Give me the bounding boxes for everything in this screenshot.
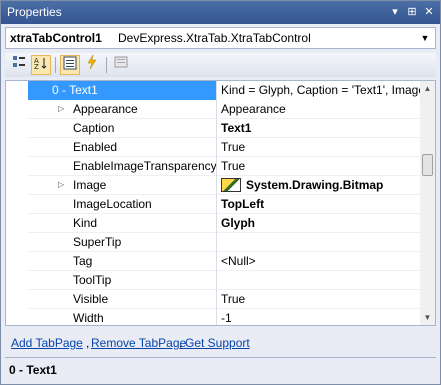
property-value[interactable]: Glyph xyxy=(218,214,421,233)
scroll-down-icon[interactable]: ▼ xyxy=(420,310,435,325)
object-type: DevExpress.XtraTab.XtraTabControl xyxy=(118,31,311,45)
property-name: Visible xyxy=(28,290,217,309)
property-value-text: Glyph xyxy=(221,216,256,230)
property-value[interactable]: True xyxy=(218,157,421,176)
verbs-panel: Add TabPage , Remove TabPage , Get Suppo… xyxy=(5,331,436,355)
property-name: Tag xyxy=(28,252,217,271)
remove-tabpage-link[interactable]: Remove TabPage xyxy=(91,336,186,350)
property-name: Caption xyxy=(28,119,217,138)
property-name: Image xyxy=(28,176,217,195)
property-row-visible[interactable]: Visible True xyxy=(28,290,421,309)
property-row-tooltip[interactable]: ToolTip xyxy=(28,271,421,290)
property-name: Enabled xyxy=(28,138,217,157)
property-row-width[interactable]: Width -1 xyxy=(28,309,421,325)
property-value[interactable]: Kind = Glyph, Caption = 'Text1', Image xyxy=(218,81,421,100)
toolbar-separator xyxy=(55,57,56,73)
property-value[interactable]: True xyxy=(218,290,421,309)
property-row-selected-tab[interactable]: ◢ 0 - Text1 Kind = Glyph, Caption = 'Tex… xyxy=(28,81,421,100)
property-row-appearance[interactable]: ▷ Appearance Appearance xyxy=(28,100,421,119)
property-value-text: <Null> xyxy=(221,254,256,268)
auto-hide-pin-icon[interactable]: ⊞ xyxy=(404,4,420,20)
verb-separator: , xyxy=(179,336,183,350)
window-position-dropdown-icon[interactable]: ▾ xyxy=(387,4,403,20)
property-value-text: Appearance xyxy=(221,102,286,116)
property-value-text: -1 xyxy=(221,311,232,325)
property-value[interactable] xyxy=(218,233,421,252)
property-row-image[interactable]: ▷ Image System.Drawing.Bitmap xyxy=(28,176,421,195)
properties-icon[interactable] xyxy=(60,55,80,75)
window-title: Properties xyxy=(7,5,62,19)
property-name: 0 - Text1 xyxy=(28,81,217,100)
property-value-text: System.Drawing.Bitmap xyxy=(246,178,384,192)
grid-gutter xyxy=(6,81,28,325)
toolbar-separator xyxy=(106,57,107,73)
object-selector[interactable]: xtraTabControl1 DevExpress.XtraTab.XtraT… xyxy=(5,27,436,49)
property-value[interactable]: <Null> xyxy=(218,252,421,271)
bitmap-icon xyxy=(221,178,241,192)
properties-window: Properties ▾ ⊞ ✕ xtraTabControl1 DevExpr… xyxy=(0,0,441,385)
property-name: ImageLocation xyxy=(28,195,217,214)
alphabetical-icon[interactable]: AZ xyxy=(31,55,51,75)
property-value[interactable] xyxy=(218,271,421,290)
property-row-supertip[interactable]: SuperTip xyxy=(28,233,421,252)
property-pages-icon[interactable] xyxy=(111,55,131,75)
add-tabpage-link[interactable]: Add TabPage xyxy=(11,336,83,350)
get-support-link[interactable]: Get Support xyxy=(185,336,250,350)
object-name: xtraTabControl1 xyxy=(10,31,102,45)
scrollbar-thumb[interactable] xyxy=(422,154,433,176)
title-bar[interactable]: Properties ▾ ⊞ ✕ xyxy=(1,1,440,24)
categorized-icon[interactable] xyxy=(9,55,29,75)
scroll-up-icon[interactable]: ▲ xyxy=(420,81,435,96)
property-row-caption[interactable]: Caption Text1 xyxy=(28,119,421,138)
property-value-text: Text1 xyxy=(221,121,252,135)
property-name: Width xyxy=(28,309,217,325)
property-rows: ◢ 0 - Text1 Kind = Glyph, Caption = 'Tex… xyxy=(28,81,421,325)
close-icon[interactable]: ✕ xyxy=(421,4,437,20)
vertical-scrollbar[interactable]: ▲ ▼ xyxy=(420,81,435,325)
property-row-imagelocation[interactable]: ImageLocation TopLeft xyxy=(28,195,421,214)
property-name: SuperTip xyxy=(28,233,217,252)
property-name: Kind xyxy=(28,214,217,233)
property-value-text: True xyxy=(221,292,246,306)
events-icon[interactable] xyxy=(82,54,102,75)
property-value-text: True xyxy=(221,159,246,173)
property-toolbar: AZ xyxy=(5,53,436,77)
property-name: ToolTip xyxy=(28,271,217,290)
property-value[interactable]: True xyxy=(218,138,421,157)
property-name: EnableImageTransparency xyxy=(28,157,217,176)
property-row-tag[interactable]: Tag <Null> xyxy=(28,252,421,271)
description-title: 0 - Text1 xyxy=(9,363,57,377)
property-value[interactable]: TopLeft xyxy=(218,195,421,214)
chevron-down-icon[interactable]: ▼ xyxy=(418,31,432,45)
property-value[interactable]: System.Drawing.Bitmap xyxy=(218,176,421,195)
property-value[interactable]: Appearance xyxy=(218,100,421,119)
svg-text:Z: Z xyxy=(34,63,39,70)
description-panel: 0 - Text1 xyxy=(5,357,436,381)
property-grid[interactable]: ◢ 0 - Text1 Kind = Glyph, Caption = 'Tex… xyxy=(5,80,436,326)
property-value-text: True xyxy=(221,140,246,154)
property-row-enabled[interactable]: Enabled True xyxy=(28,138,421,157)
property-value[interactable]: Text1 xyxy=(218,119,421,138)
property-row-kind[interactable]: Kind Glyph xyxy=(28,214,421,233)
property-name: Appearance xyxy=(28,100,217,119)
property-row-enableimagetransparency[interactable]: EnableImageTransparency True xyxy=(28,157,421,176)
property-value-text: TopLeft xyxy=(221,197,265,211)
property-value[interactable]: -1 xyxy=(218,309,421,325)
verb-separator: , xyxy=(86,336,90,350)
